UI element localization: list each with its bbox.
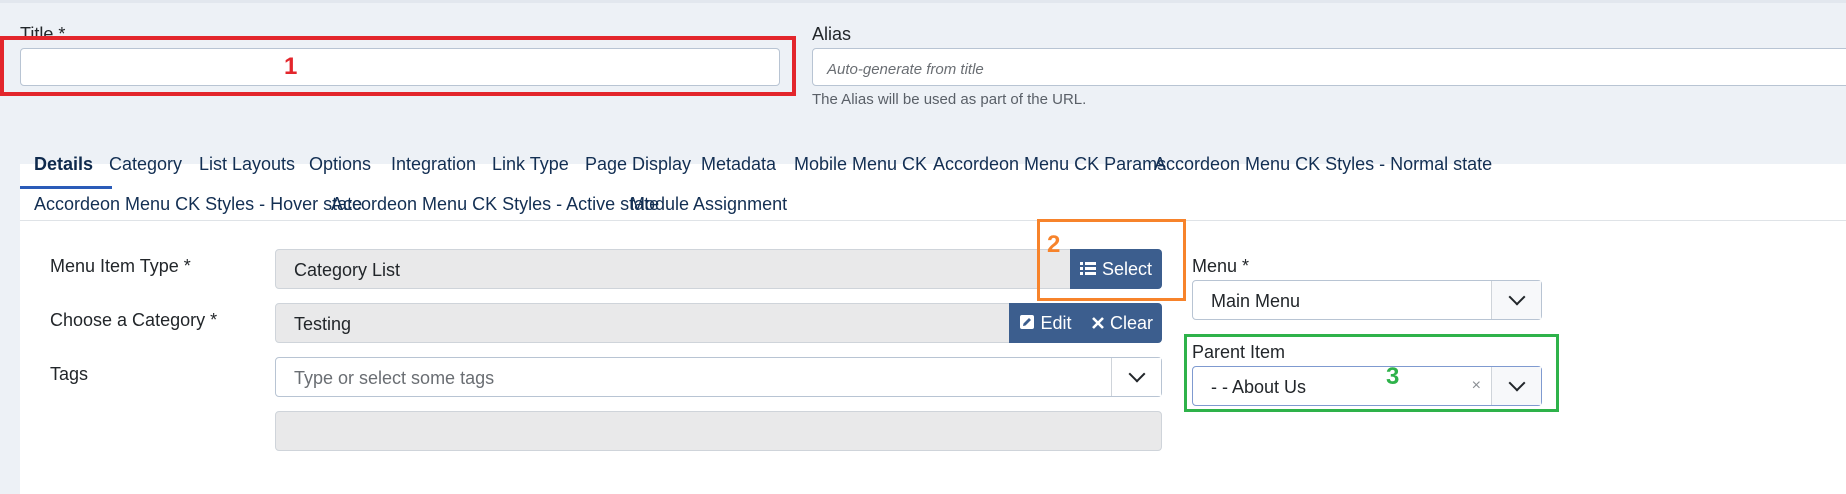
tab-panel: Details Category List Layouts Options In… xyxy=(20,154,1846,494)
menu-item-type-field: Category List xyxy=(275,249,1075,289)
tags-label: Tags xyxy=(50,364,89,384)
next-field xyxy=(275,411,1162,451)
category-field: Testing xyxy=(275,303,1015,343)
menu-item-type-label: Menu Item Type * xyxy=(50,256,191,276)
alias-help-text: The Alias will be used as part of the UR… xyxy=(812,91,1087,108)
menu-label: Menu * xyxy=(1192,256,1250,276)
edit-button[interactable]: Edit xyxy=(1009,303,1083,343)
menu-value: Main Menu xyxy=(1211,291,1301,311)
alias-input[interactable]: Auto-generate from title xyxy=(812,48,1846,86)
tags-dropdown-toggle[interactable] xyxy=(1111,358,1161,396)
clear-button[interactable]: Clear xyxy=(1083,303,1162,343)
menu-dropdown-toggle[interactable] xyxy=(1491,281,1541,319)
chevron-down-icon xyxy=(1508,288,1525,306)
menu-select[interactable]: Main Menu xyxy=(1192,280,1542,320)
edit-icon xyxy=(1020,313,1035,334)
annotation-box-3 xyxy=(1184,334,1559,412)
chevron-down-icon xyxy=(1128,365,1145,383)
alias-placeholder: Auto-generate from title xyxy=(827,61,984,78)
tags-select[interactable]: Type or select some tags xyxy=(275,357,1162,397)
annotation-number-2: 2 xyxy=(1047,231,1061,258)
category-label: Choose a Category * xyxy=(50,310,218,330)
annotation-number-1: 1 xyxy=(284,53,298,80)
close-icon xyxy=(1092,313,1104,334)
tabs-divider xyxy=(20,220,1846,221)
menu-item-type-value: Category List xyxy=(294,260,401,280)
edit-button-label: Edit xyxy=(1040,312,1072,333)
tags-placeholder: Type or select some tags xyxy=(294,368,495,388)
annotation-box-1 xyxy=(0,36,796,96)
category-value: Testing xyxy=(294,314,352,334)
annotation-number-3: 3 xyxy=(1386,363,1400,390)
top-border xyxy=(0,0,1846,3)
alias-label: Alias xyxy=(812,24,852,44)
clear-button-label: Clear xyxy=(1109,312,1153,333)
